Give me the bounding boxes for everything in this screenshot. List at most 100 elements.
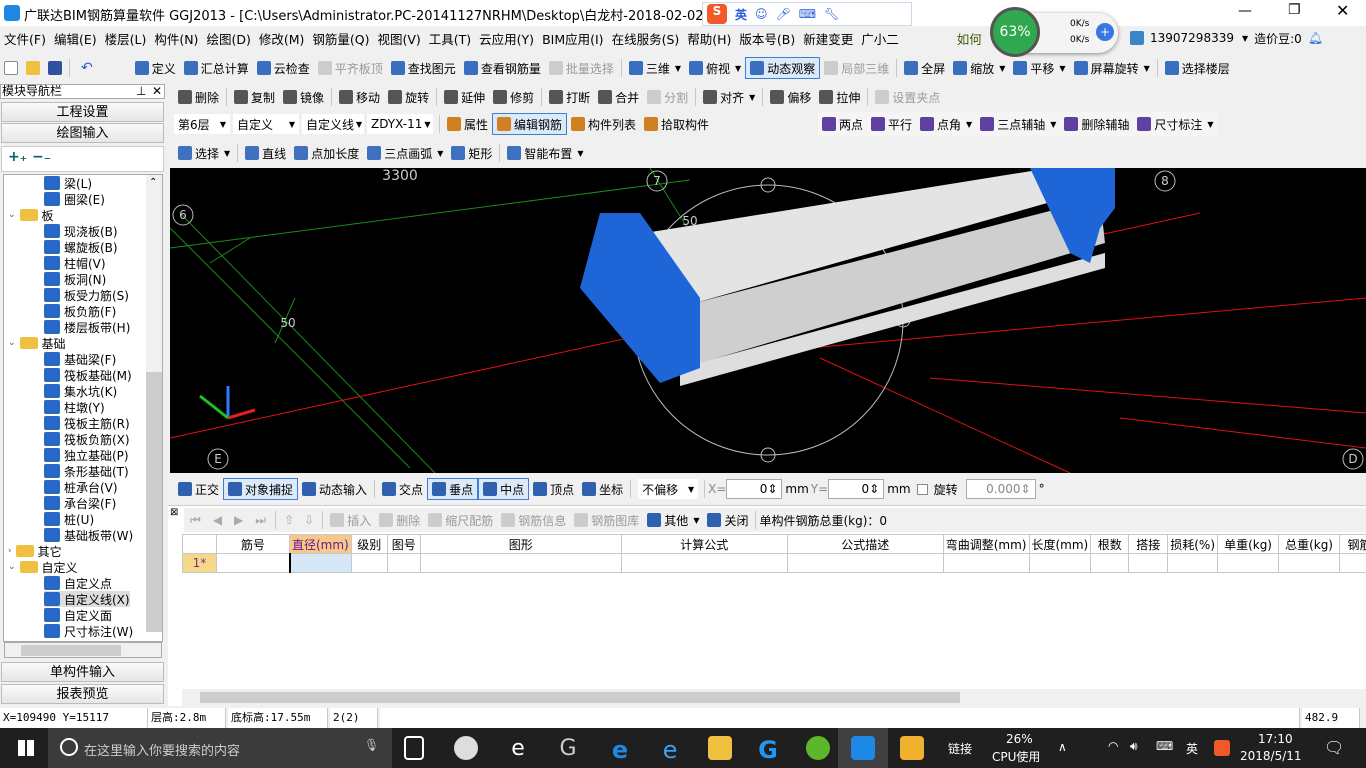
tree-item[interactable]: ⌄ 基础 xyxy=(8,335,66,351)
account-phone[interactable]: 13907298339 xyxy=(1150,31,1234,45)
toolbar-button[interactable]: 删除 xyxy=(174,86,223,108)
tree-item[interactable]: 独立基础(P) xyxy=(44,447,129,463)
keyboard-icon[interactable]: ⌨ xyxy=(1156,739,1173,753)
toolbar-button[interactable]: 平齐板顶 xyxy=(314,57,387,79)
table-cell[interactable] xyxy=(1028,553,1092,573)
toolbar-button[interactable]: 中点 xyxy=(478,478,530,500)
toolbar-button[interactable]: 批量选择 xyxy=(545,57,618,79)
mic-icon[interactable]: 🎙︎ xyxy=(364,738,379,752)
toolbar-button[interactable]: 智能布置 ▼ xyxy=(503,142,587,164)
toolbar-button[interactable]: 直线 xyxy=(241,142,290,164)
table-cell[interactable] xyxy=(1278,553,1341,573)
tree-item[interactable]: 桩(U) xyxy=(44,511,94,527)
toolbar-button[interactable]: 全屏 xyxy=(900,57,949,79)
move-up-icon[interactable]: ⇧ xyxy=(284,513,294,527)
tree-item[interactable]: 筏板基础(M) xyxy=(44,367,132,383)
menu-item[interactable]: 文件(F) xyxy=(0,29,50,48)
tree-item[interactable]: ⌄ 自定义 xyxy=(8,559,78,575)
table-cell[interactable] xyxy=(386,553,421,573)
menu-item[interactable]: 构件(N) xyxy=(150,29,202,48)
ime-lang[interactable]: 英 xyxy=(735,6,747,23)
tree-item[interactable]: ⌄ 板 xyxy=(8,207,54,223)
column-header[interactable]: 图形 xyxy=(419,534,622,554)
table-cell[interactable] xyxy=(288,553,352,573)
toolbar-button[interactable]: 选择 ▼ xyxy=(174,142,234,164)
nav-tab-project-settings[interactable]: 工程设置 xyxy=(1,102,164,122)
table-cell[interactable] xyxy=(350,553,388,573)
toolbar-button[interactable]: 删除辅轴 xyxy=(1060,113,1133,135)
menu-item[interactable]: 在线服务(S) xyxy=(608,29,684,48)
toolbar-button[interactable]: 插入 xyxy=(326,509,375,531)
toolbar-button[interactable]: 矩形 xyxy=(447,142,496,164)
chevron-down-icon[interactable]: ▼ xyxy=(1050,120,1056,129)
windows-start-icon[interactable] xyxy=(18,740,34,756)
column-header[interactable]: 单重(kg) xyxy=(1217,534,1280,554)
menu-item[interactable]: 楼层(L) xyxy=(101,29,151,48)
table-cell[interactable] xyxy=(216,553,290,573)
toolbar-button[interactable]: 移动 xyxy=(335,86,384,108)
scene-3d[interactable]: 6 7 8 E D 3300 50 50 xyxy=(170,168,1366,473)
move-down-icon[interactable]: ⇩ xyxy=(304,513,314,527)
task-view-icon[interactable] xyxy=(404,736,424,760)
toolbar-button[interactable]: 两点 xyxy=(818,113,867,135)
column-header[interactable]: 搭接 xyxy=(1128,534,1169,554)
collapse-all-icon[interactable]: −₋ xyxy=(32,149,51,165)
notes-icon[interactable] xyxy=(900,736,924,760)
menu-item[interactable]: 版本号(B) xyxy=(735,29,799,48)
column-header[interactable]: 级别 xyxy=(350,534,388,554)
clock-time[interactable]: 17:10 xyxy=(1258,732,1293,746)
toolbar-button[interactable]: 交点 xyxy=(378,478,427,500)
menu-item[interactable]: 云应用(Y) xyxy=(475,29,538,48)
toolbar-button[interactable]: 云检查 xyxy=(253,57,314,79)
toolbar-button[interactable]: 三点画弧 ▼ xyxy=(363,142,447,164)
toolbar-button[interactable]: 编辑钢筋 xyxy=(492,113,568,135)
column-header[interactable]: 根数 xyxy=(1090,534,1130,554)
tree-item[interactable]: 现浇板(B) xyxy=(44,223,118,239)
mic-icon[interactable]: 🎤︎ xyxy=(776,7,791,21)
tree-item[interactable]: 柱墩(Y) xyxy=(44,399,105,415)
tree-hscroll[interactable] xyxy=(4,642,162,658)
restore-button[interactable]: ❐ xyxy=(1288,2,1301,18)
tree-item[interactable]: 集水坑(K) xyxy=(44,383,117,399)
toolbar-button[interactable]: 坐标 xyxy=(578,478,627,500)
table-cell[interactable] xyxy=(1167,553,1219,573)
floor-select[interactable]: 第6层 ▼ xyxy=(174,114,230,134)
ggj-active-app[interactable] xyxy=(838,728,888,768)
toolbar-button[interactable]: 构件列表 xyxy=(567,113,640,135)
tree-item[interactable]: 桩承台(V) xyxy=(44,479,118,495)
tree-item[interactable]: 基础板带(W) xyxy=(44,527,133,543)
toolbar-button[interactable]: 复制 xyxy=(230,86,279,108)
menu-item[interactable]: 新建变更 xyxy=(799,29,857,48)
chevron-down-icon[interactable]: ▼ xyxy=(693,516,699,525)
tree-item[interactable]: 柱帽(V) xyxy=(44,255,106,271)
nav-tab-single-component[interactable]: 单构件输入 xyxy=(1,662,164,682)
toolbar-button[interactable]: 修剪 xyxy=(489,86,538,108)
close-button[interactable]: ✕ xyxy=(1336,1,1349,20)
pin-icon[interactable]: ⊥ xyxy=(136,85,146,98)
toolbar-button[interactable]: 定义 xyxy=(131,57,180,79)
table-cell[interactable] xyxy=(1339,553,1366,573)
table-cell[interactable] xyxy=(942,553,1030,573)
boost-button[interactable]: + xyxy=(1096,23,1114,41)
toolbar-button[interactable]: 对象捕捉 xyxy=(223,478,299,500)
column-header[interactable]: 损耗(%) xyxy=(1167,534,1219,554)
toolbar-button[interactable]: 动态观察 xyxy=(745,57,821,79)
chevron-down-icon[interactable]: ▼ xyxy=(437,149,443,158)
toolbar-button[interactable]: 删除 xyxy=(375,509,424,531)
tray-ime[interactable]: 英 xyxy=(1186,740,1198,757)
chevron-icon[interactable]: ⌄ xyxy=(8,562,16,572)
toolbar-button[interactable]: 打断 xyxy=(545,86,594,108)
link-label[interactable]: 链接 xyxy=(948,740,972,757)
tree-item[interactable]: 筏板主筋(R) xyxy=(44,415,130,431)
table-cell[interactable] xyxy=(419,553,622,573)
tree-item[interactable]: 板负筋(F) xyxy=(44,303,116,319)
y-input[interactable]: 0 ⇕ xyxy=(828,479,885,499)
menu-item[interactable]: 帮助(H) xyxy=(683,29,735,48)
toolbar-button[interactable]: 钢筋图库 xyxy=(570,509,643,531)
chevron-icon[interactable]: ⌄ xyxy=(8,210,16,220)
ie-icon[interactable]: e xyxy=(506,736,530,761)
tree-item[interactable]: 条形基础(T) xyxy=(44,463,129,479)
toolbar-button[interactable]: 偏移 xyxy=(766,86,815,108)
toolbar-button[interactable]: 关闭 xyxy=(703,509,752,531)
toolbar-button[interactable]: 拾取构件 xyxy=(640,113,713,135)
